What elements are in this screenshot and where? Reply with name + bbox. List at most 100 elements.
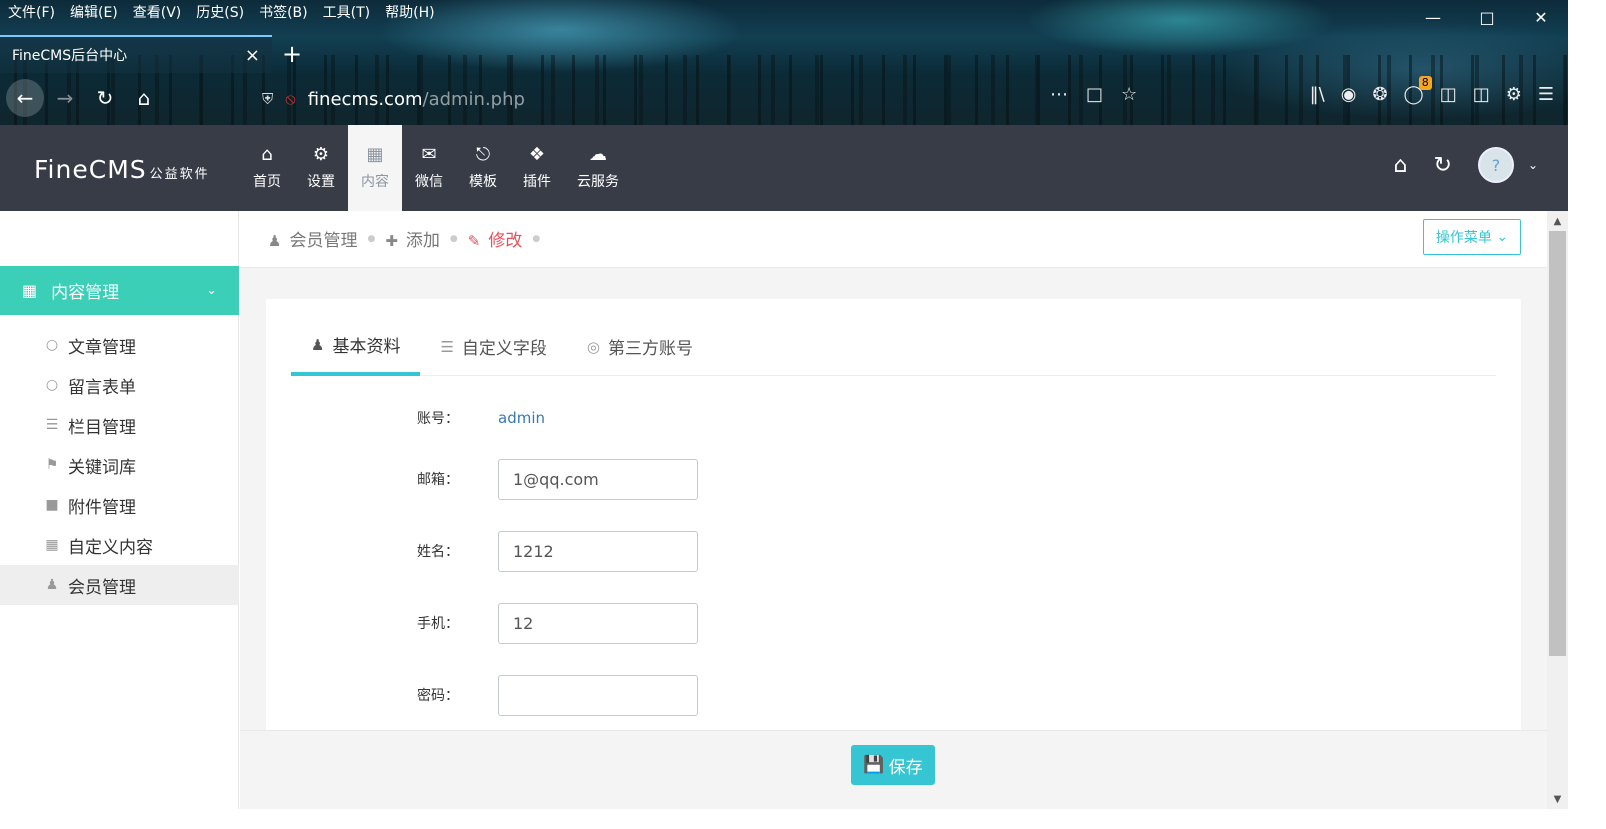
sidebar-section-title: 内容管理 xyxy=(51,283,120,303)
header-actions: ⌂ ↻ ? ⌄ xyxy=(1394,147,1538,183)
tab-label: 基本资料 xyxy=(332,337,401,357)
extension-icon[interactable]: ❂ xyxy=(1372,84,1387,105)
phone-row: 手机： xyxy=(266,602,866,644)
tab-basic-info[interactable]: ♟ 基本资料 xyxy=(291,317,421,376)
phone-label: 手机： xyxy=(417,616,459,632)
sidebar-item-keywords[interactable]: ⚑ 关键词库 xyxy=(0,445,239,485)
avatar[interactable]: ? xyxy=(1477,147,1514,183)
sidebar-item-label: 附件管理 xyxy=(68,497,136,518)
app-logo[interactable]: FineCMS 公益软件 xyxy=(34,155,210,184)
operation-menu-button[interactable]: 操作菜单 ⌄ xyxy=(1423,219,1521,255)
account-icon[interactable]: ◉ xyxy=(1341,84,1357,105)
password-row: 密码： xyxy=(266,674,866,716)
browser-tab[interactable]: FineCMS后台中心 × xyxy=(0,35,272,73)
insecure-lock-icon[interactable]: ⦸ xyxy=(285,89,295,109)
reload-icon[interactable]: ↻ xyxy=(86,79,124,117)
nav-content[interactable]: ▦ 内容 xyxy=(348,125,402,211)
breadcrumb-members[interactable]: ♟ 会员管理 xyxy=(268,226,357,251)
account-label: 账号： xyxy=(417,411,459,427)
tab-label: 自定义字段 xyxy=(461,339,547,359)
browser-settings-icon[interactable]: ⚙ xyxy=(1506,84,1522,105)
cloud-icon: ☁ xyxy=(589,144,607,165)
forward-icon[interactable]: → xyxy=(46,79,84,117)
refresh-cache-icon[interactable]: ↻ xyxy=(1434,153,1452,178)
browser-nav-row: ← → ↻ ⌂ ⛨ ⦸ finecms.com/admin.php ⋯ □ ☆ … xyxy=(0,74,1568,124)
site-home-icon[interactable]: ⌂ xyxy=(1394,153,1408,178)
tracking-shield-icon[interactable]: ⛨ xyxy=(262,90,273,108)
pocket-icon[interactable]: □ xyxy=(1086,84,1103,105)
tab-label: 第三方账号 xyxy=(608,339,693,359)
tab-third-party[interactable]: ◎ 第三方账号 xyxy=(567,317,713,376)
breadcrumb-add[interactable]: ✚ 添加 xyxy=(385,226,440,251)
nav-home[interactable]: ⌂ 首页 xyxy=(240,125,294,211)
breadcrumb-label: 修改 xyxy=(488,231,523,251)
sidebar-section-header[interactable]: ▦ 内容管理 ⌄ xyxy=(0,266,239,315)
close-window-button[interactable]: ✕ xyxy=(1514,0,1568,34)
save-label: 保存 xyxy=(888,757,923,778)
browser-home-icon[interactable]: ⌂ xyxy=(125,79,163,117)
sidebar-item-categories[interactable]: ☰ 栏目管理 xyxy=(0,405,239,445)
sidebar-item-label: 自定义内容 xyxy=(68,537,153,558)
hamburger-menu-icon[interactable]: ☰ xyxy=(1538,84,1554,105)
nav-template[interactable]: ⎋ 模板 xyxy=(456,125,510,211)
bookmark-star-icon[interactable]: ☆ xyxy=(1121,84,1137,105)
url-domain: finecms.com xyxy=(307,88,423,110)
nav-settings[interactable]: ⚙ 设置 xyxy=(294,125,348,211)
scroll-up-icon[interactable]: ▲ xyxy=(1547,211,1568,231)
phone-field[interactable] xyxy=(498,602,698,644)
wechat-icon: ✉ xyxy=(421,144,437,165)
email-field[interactable] xyxy=(498,458,698,500)
new-tab-icon[interactable]: + xyxy=(282,40,302,68)
sidebar-item-messages[interactable]: ○ 留言表单 xyxy=(0,365,239,405)
name-field[interactable] xyxy=(498,530,698,572)
nav-wechat[interactable]: ✉ 微信 xyxy=(402,125,456,211)
nav-cloud[interactable]: ☁ 云服务 xyxy=(564,125,632,211)
sidebar-list: ○ 文章管理 ○ 留言表单 ☰ 栏目管理 ⚑ 关键词库 ■ 附件管理 ▦ 自定义… xyxy=(0,325,239,605)
sidebar-item-articles[interactable]: ○ 文章管理 xyxy=(0,325,239,365)
weibo-icon: ◎ xyxy=(586,337,600,356)
menu-history[interactable]: 历史(S) xyxy=(196,2,244,24)
nav-label: 内容 xyxy=(361,174,389,190)
scrollbar-thumb[interactable] xyxy=(1549,231,1566,656)
name-label: 姓名： xyxy=(417,544,459,560)
breadcrumb-edit[interactable]: ✎ 修改 xyxy=(468,226,523,251)
folder-icon: ■ xyxy=(45,497,59,513)
menu-edit[interactable]: 编辑(E) xyxy=(70,2,118,24)
email-row: 邮箱： xyxy=(266,458,866,500)
nav-plugin[interactable]: ❖ 插件 xyxy=(510,125,564,211)
account-value[interactable]: admin xyxy=(498,409,545,427)
private-mask-icon[interactable]: ◫ xyxy=(1440,84,1457,105)
addon-badge-count: 8 xyxy=(1418,76,1432,90)
sidebar-item-custom-content[interactable]: ▦ 自定义内容 xyxy=(0,525,239,565)
back-icon[interactable]: ← xyxy=(6,79,44,117)
menu-tools[interactable]: 工具(T) xyxy=(323,2,370,24)
scroll-down-icon[interactable]: ▼ xyxy=(1547,789,1568,809)
page-scrollbar[interactable]: ▲ ▼ xyxy=(1547,211,1568,809)
form-tabs: ♟ 基本资料 ☰ 自定义字段 ◎ 第三方账号 xyxy=(291,317,1496,376)
sidebar-item-attachments[interactable]: ■ 附件管理 xyxy=(0,485,239,525)
minimize-button[interactable]: — xyxy=(1406,0,1460,34)
addon-badge-icon[interactable]: ◯ 8 xyxy=(1404,76,1432,105)
save-button[interactable]: 💾 保存 xyxy=(851,745,935,785)
password-label: 密码： xyxy=(417,688,459,704)
password-field[interactable] xyxy=(498,674,698,716)
menu-help[interactable]: 帮助(H) xyxy=(385,2,434,24)
menu-file[interactable]: 文件(F) xyxy=(8,2,55,24)
tab-title: FineCMS后台中心 xyxy=(12,48,128,64)
chevron-down-icon[interactable]: ⌄ xyxy=(1528,158,1538,172)
more-actions-icon[interactable]: ⋯ xyxy=(1050,84,1068,105)
sidebar-item-label: 会员管理 xyxy=(68,577,136,598)
breadcrumb-separator: ● xyxy=(367,233,376,244)
operation-menu-label: 操作菜单 xyxy=(1435,230,1492,246)
menu-bookmarks[interactable]: 书签(B) xyxy=(259,2,308,24)
tab-close-icon[interactable]: × xyxy=(245,45,260,66)
tab-custom-fields[interactable]: ☰ 自定义字段 xyxy=(420,317,566,376)
maximize-button[interactable]: □ xyxy=(1460,0,1514,34)
menu-view[interactable]: 查看(V) xyxy=(133,2,182,24)
sidebar-item-members[interactable]: ♟ 会员管理 xyxy=(0,565,239,605)
user-icon: ♟ xyxy=(268,232,282,250)
sidebar-toggle-icon[interactable]: ◫ xyxy=(1473,84,1490,105)
url-bar[interactable]: ⛨ ⦸ finecms.com/admin.php xyxy=(262,84,525,114)
library-icon[interactable]: ‖\ xyxy=(1310,84,1325,105)
nav-label: 首页 xyxy=(253,174,281,190)
